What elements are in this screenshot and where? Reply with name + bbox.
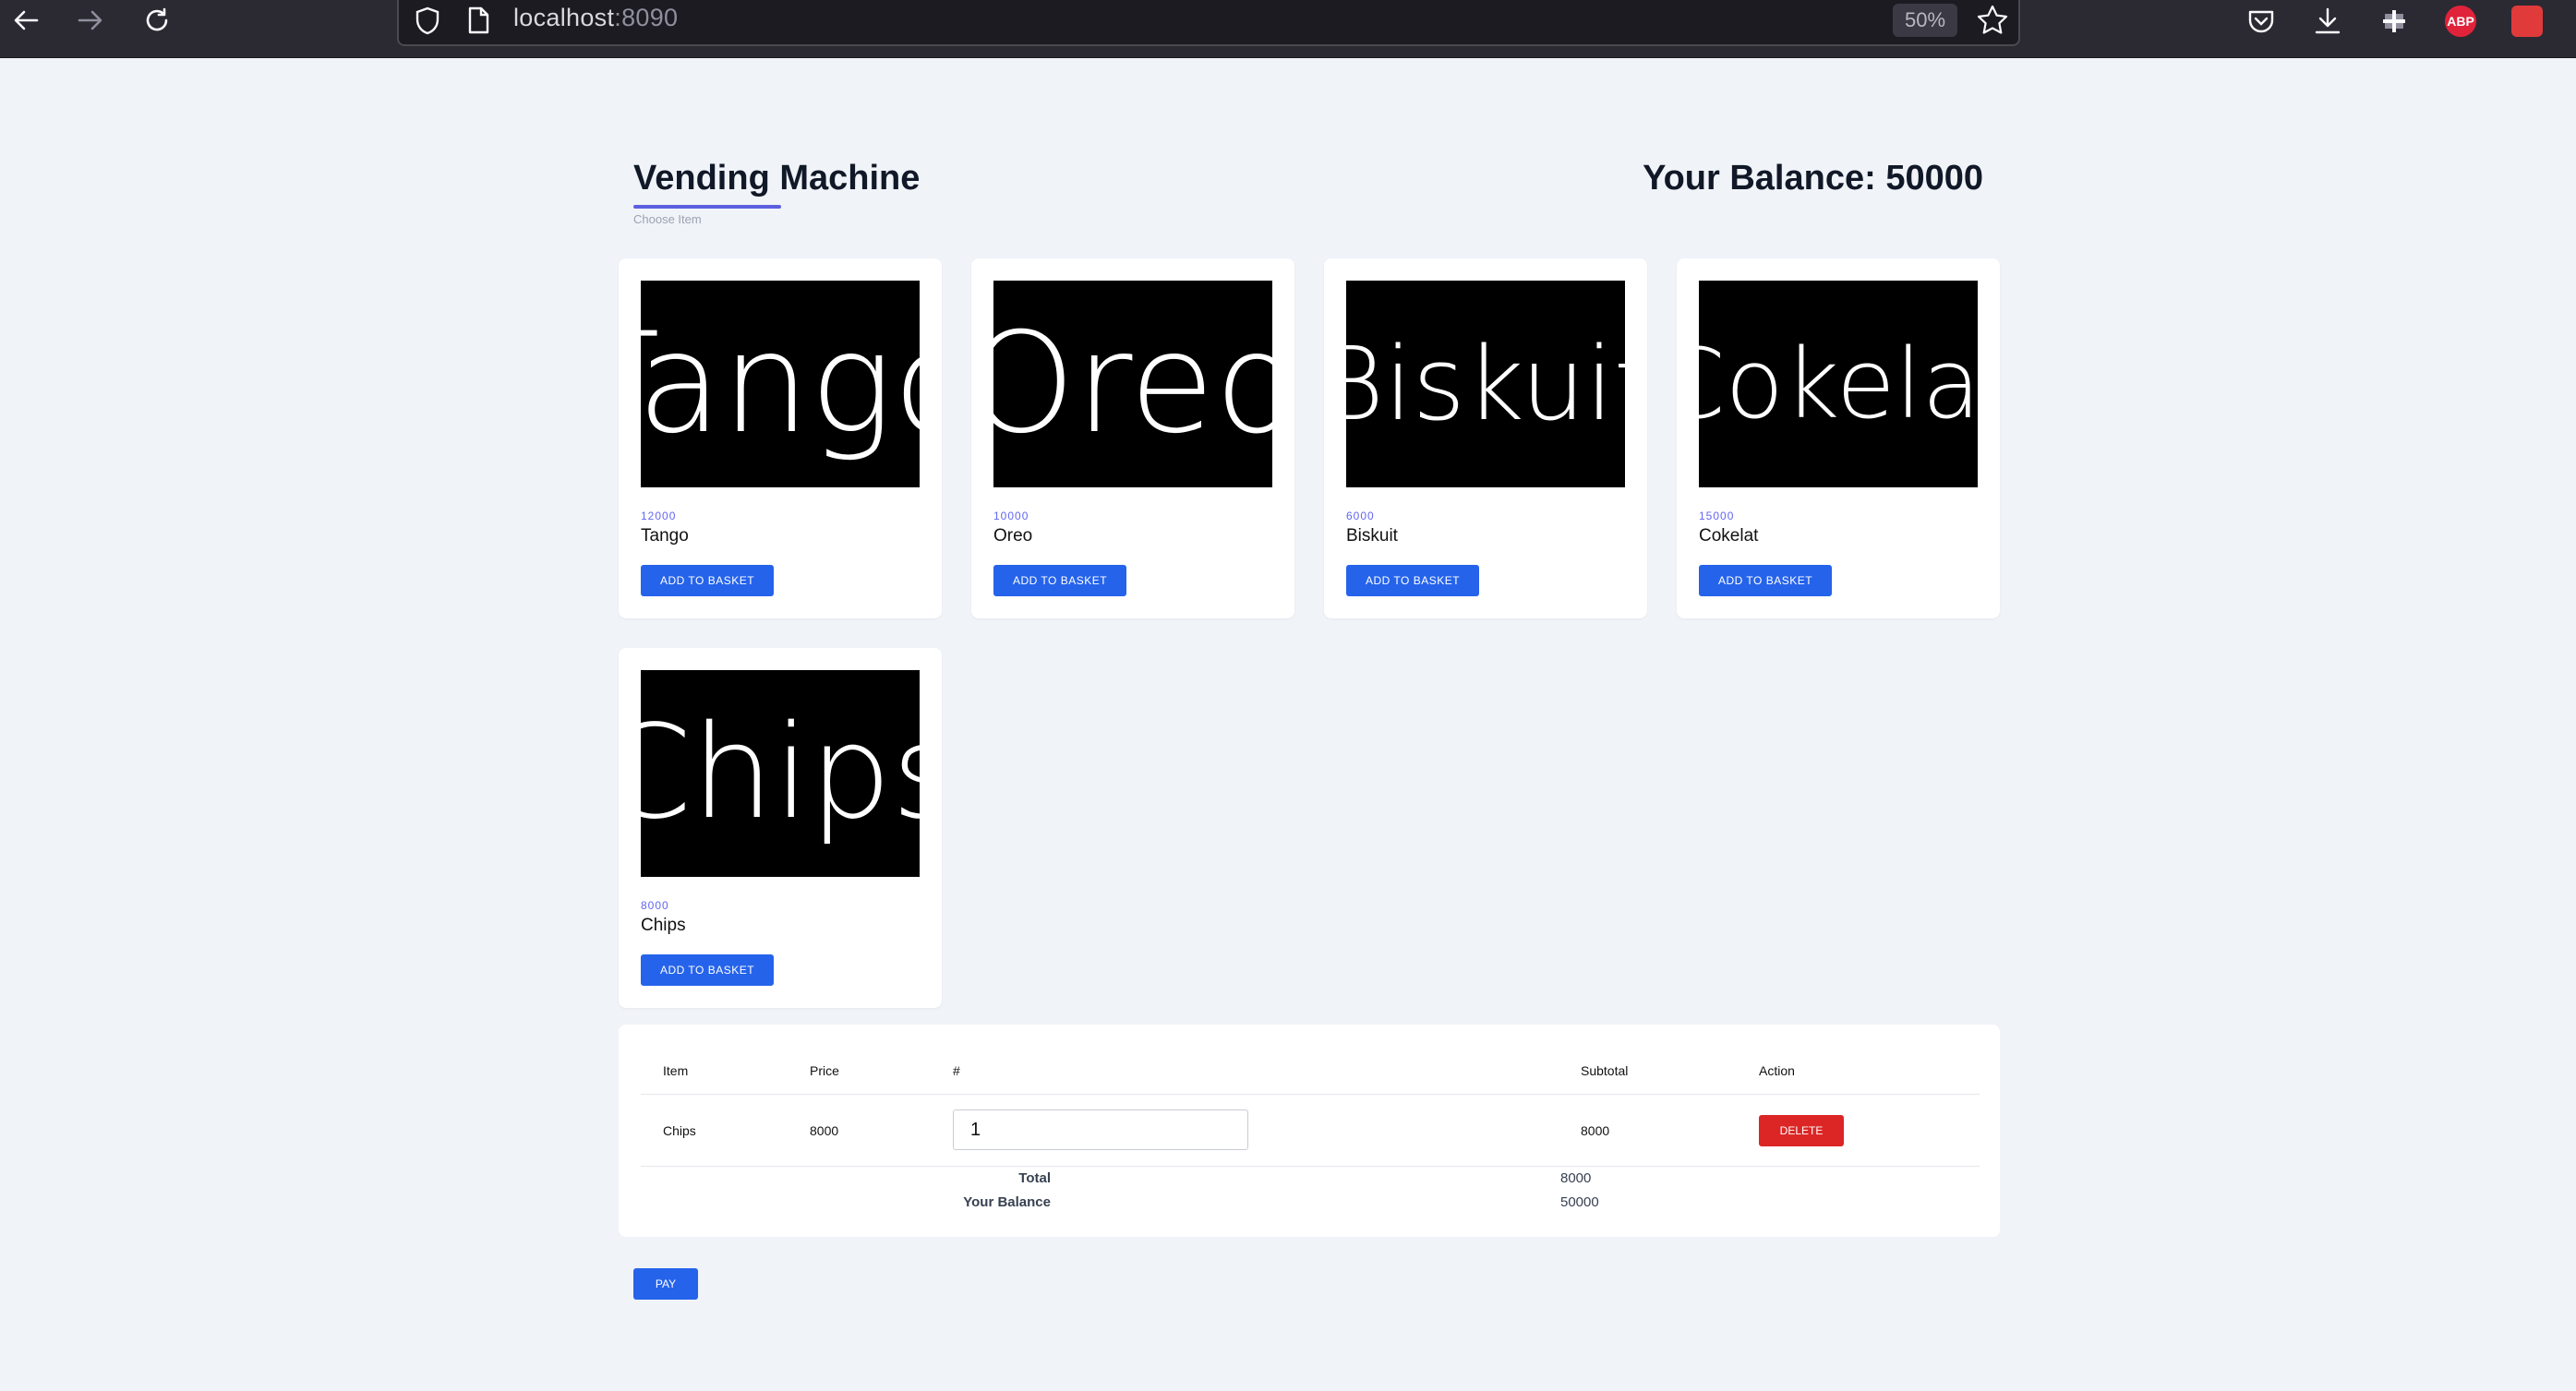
delete-button[interactable]: DELETE [1759, 1115, 1844, 1146]
product-card: Cokelat 15000 Cokelat ADD TO BASKET [1677, 258, 2000, 618]
row-price: 8000 [810, 1123, 839, 1138]
header-action: Action [1759, 1063, 1795, 1078]
balance-label: Your Balance [963, 1194, 1051, 1210]
product-image: Cokelat [1699, 281, 1978, 487]
product-card: Biskuit 6000 Biskuit ADD TO BASKET [1324, 258, 1647, 618]
product-name: Oreo [993, 526, 1033, 546]
add-to-basket-button[interactable]: ADD TO BASKET [1699, 565, 1832, 596]
page-icon[interactable] [465, 6, 491, 40]
shield-icon[interactable] [412, 6, 443, 42]
reload-icon[interactable] [138, 0, 175, 41]
add-to-basket-button[interactable]: ADD TO BASKET [1346, 565, 1479, 596]
product-image: Biskuit [1346, 281, 1625, 487]
header-item: Item [663, 1063, 689, 1078]
table-divider [641, 1094, 1980, 1095]
add-to-basket-button[interactable]: ADD TO BASKET [993, 565, 1126, 596]
url-host: localhost [513, 4, 615, 31]
quantity-input[interactable] [953, 1109, 1248, 1150]
product-price: 6000 [1346, 510, 1375, 522]
product-card: Oreo 10000 Oreo ADD TO BASKET [971, 258, 1294, 618]
product-price: 8000 [641, 899, 669, 912]
browser-toolbar: localhost:8090 50% ABP [0, 0, 2576, 58]
page-subtitle: Choose Item [633, 212, 702, 226]
title-underline [633, 205, 781, 209]
product-image: Tango [641, 281, 920, 487]
product-image-text: Biskuit [1346, 325, 1625, 443]
basket-table: Item Price # Subtotal Action Chips 8000 … [619, 1025, 2000, 1237]
row-subtotal: 8000 [1581, 1123, 1610, 1138]
forward-arrow-icon[interactable] [72, 0, 109, 41]
total-label: Total [1018, 1170, 1051, 1186]
product-card: Chips 8000 Chips ADD TO BASKET [619, 648, 942, 1008]
pocket-icon[interactable] [2244, 4, 2279, 39]
product-image-text: Chips [641, 698, 920, 848]
url-port: :8090 [614, 4, 679, 31]
url-text[interactable]: localhost:8090 [513, 4, 678, 32]
zoom-badge[interactable]: 50% [1893, 4, 1957, 37]
total-value: 8000 [1560, 1170, 1592, 1186]
header-subtotal: Subtotal [1581, 1063, 1629, 1078]
balance-display: Your Balance: 50000 [1643, 159, 1983, 198]
extension-icon[interactable] [2377, 4, 2412, 39]
product-card: Tango 12000 Tango ADD TO BASKET [619, 258, 942, 618]
product-image: Chips [641, 670, 920, 877]
table-divider [641, 1166, 1980, 1167]
header-qty: # [953, 1063, 960, 1078]
address-bar[interactable]: localhost:8090 50% [397, 0, 2020, 46]
add-to-basket-button[interactable]: ADD TO BASKET [641, 565, 774, 596]
back-arrow-icon[interactable] [7, 0, 44, 41]
adblock-label: ABP [2445, 6, 2476, 37]
adblock-icon[interactable]: ABP [2443, 4, 2478, 39]
product-price: 12000 [641, 510, 677, 522]
extension-red-icon[interactable] [2510, 4, 2545, 39]
add-to-basket-button[interactable]: ADD TO BASKET [641, 954, 774, 986]
product-price: 15000 [1699, 510, 1735, 522]
product-name: Cokelat [1699, 526, 1759, 546]
product-image-text: Cokelat [1699, 328, 1978, 440]
page-title: Vending Machine [633, 159, 921, 198]
product-image-text: Tango [641, 304, 920, 464]
header-price: Price [810, 1063, 839, 1078]
product-image-text: Oreo [993, 304, 1272, 464]
download-icon[interactable] [2310, 4, 2345, 39]
balance-value: 50000 [1560, 1194, 1599, 1210]
bookmark-star-icon[interactable] [1976, 4, 2009, 42]
product-name: Tango [641, 526, 689, 546]
product-price: 10000 [993, 510, 1029, 522]
pay-button[interactable]: PAY [633, 1268, 698, 1300]
product-name: Biskuit [1346, 526, 1398, 546]
row-item: Chips [663, 1123, 696, 1138]
product-image: Oreo [993, 281, 1272, 487]
product-name: Chips [641, 916, 686, 935]
